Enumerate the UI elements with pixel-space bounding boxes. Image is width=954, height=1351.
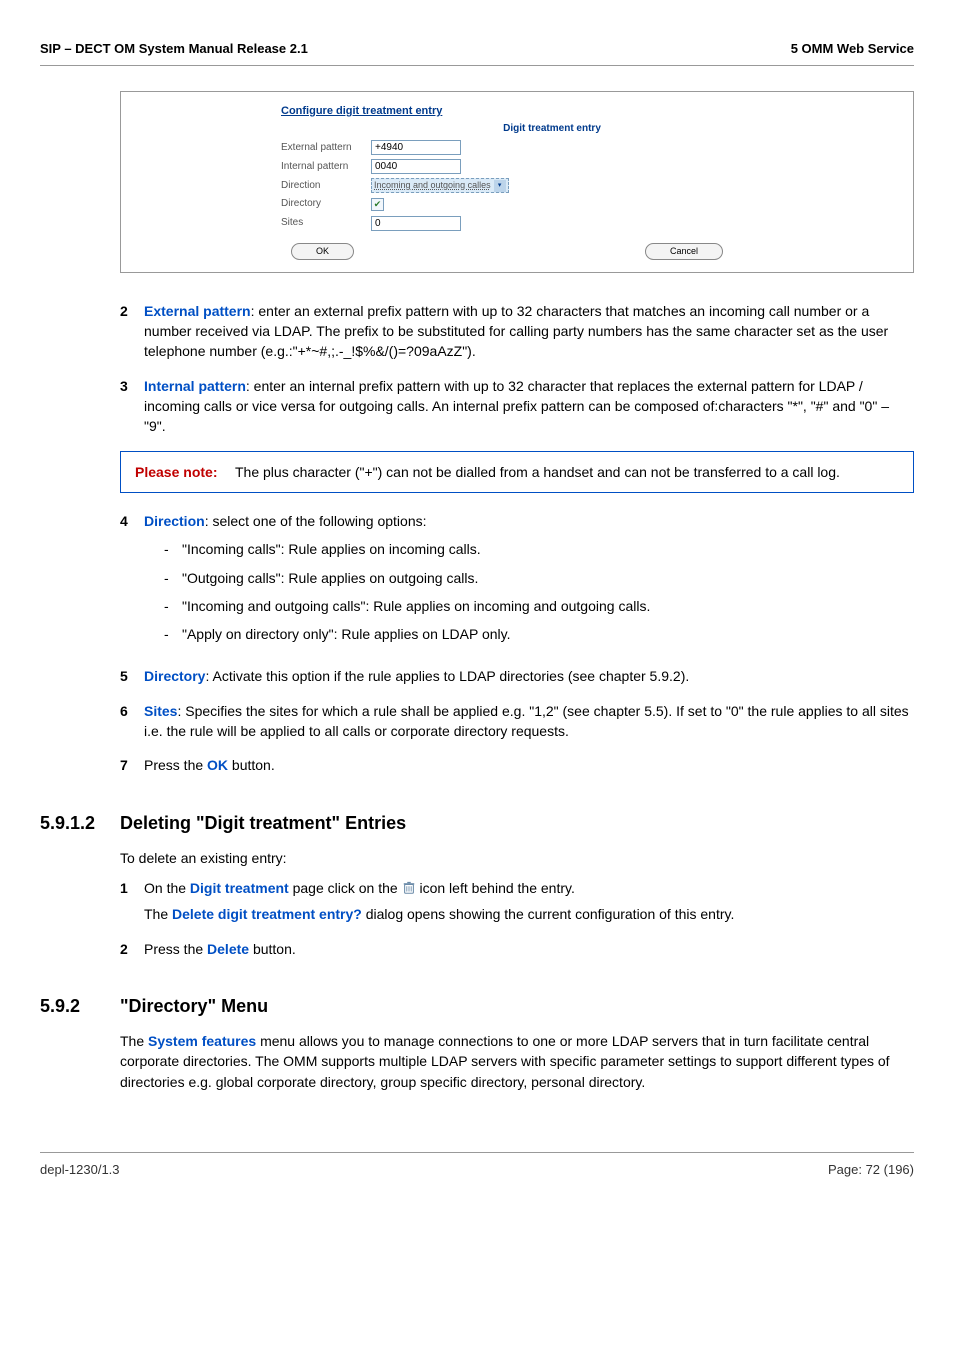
label-direction: Direction (281, 179, 371, 194)
step-term: OK (207, 757, 228, 773)
list-item: -"Incoming calls": Rule applies on incom… (164, 539, 914, 559)
header-right: 5 OMM Web Service (791, 40, 914, 59)
step-number: 5 (120, 666, 144, 686)
footer-left: depl-1230/1.3 (40, 1161, 120, 1180)
select-direction-value: Incoming and outgoing calles (374, 179, 491, 192)
ok-button[interactable]: OK (291, 243, 354, 260)
step-text: : Specifies the sites for which a rule s… (144, 703, 909, 739)
step-text: : enter an external prefix pattern with … (144, 303, 888, 360)
step-term: External pattern (144, 303, 251, 319)
step-1: 1 On the Digit treatment page click on t… (120, 878, 914, 925)
section-number: 5.9.2 (40, 993, 120, 1019)
step-number: 7 (120, 755, 144, 775)
section-title: "Directory" Menu (120, 993, 268, 1019)
step-number: 2 (120, 939, 144, 959)
step-number: 3 (120, 376, 144, 437)
cancel-button[interactable]: Cancel (645, 243, 723, 260)
step-term: Internal pattern (144, 378, 246, 394)
row-external-pattern: External pattern (281, 138, 733, 157)
step-2: 2 Press the Delete button. (120, 939, 914, 959)
dialog-title: Configure digit treatment entry (281, 104, 733, 120)
input-external-pattern[interactable] (371, 140, 461, 155)
step-text: : select one of the following options: (205, 513, 427, 529)
direction-options: -"Incoming calls": Rule applies on incom… (144, 539, 914, 644)
config-dialog-screenshot: Configure digit treatment entry Digit tr… (120, 91, 914, 273)
list-item: -"Outgoing calls": Rule applies on outgo… (164, 568, 914, 588)
step-text: : Activate this option if the rule appli… (205, 668, 689, 684)
input-internal-pattern[interactable] (371, 159, 461, 174)
chevron-down-icon: ▾ (494, 180, 506, 192)
step-2: 2 External pattern: enter an external pr… (120, 301, 914, 362)
step-number: 4 (120, 511, 144, 652)
header-left: SIP – DECT OM System Manual Release 2.1 (40, 40, 308, 59)
row-direction: Direction Incoming and outgoing calles ▾ (281, 176, 733, 195)
step-7: 7 Press the OK button. (120, 755, 914, 775)
label-sites: Sites (281, 216, 371, 231)
dialog-subtitle: Digit treatment entry (371, 122, 733, 137)
page-header: SIP – DECT OM System Manual Release 2.1 … (40, 40, 914, 66)
label-internal-pattern: Internal pattern (281, 160, 371, 175)
note-text: The plus character ("+") can not be dial… (235, 462, 899, 482)
input-sites[interactable] (371, 216, 461, 231)
step-number: 6 (120, 701, 144, 742)
section-heading-directory: 5.9.2 "Directory" Menu (40, 993, 914, 1019)
row-internal-pattern: Internal pattern (281, 157, 733, 176)
steps-list-b: 4 Direction: select one of the following… (120, 511, 914, 776)
step-3: 3 Internal pattern: enter an internal pr… (120, 376, 914, 437)
note-box: Please note: The plus character ("+") ca… (120, 451, 914, 493)
steps-list-a: 2 External pattern: enter an external pr… (120, 301, 914, 437)
section-heading-deleting: 5.9.1.2 Deleting "Digit treatment" Entri… (40, 810, 914, 836)
list-item: -"Apply on directory only": Rule applies… (164, 624, 914, 644)
step-4: 4 Direction: select one of the following… (120, 511, 914, 652)
row-directory: Directory ✔ (281, 195, 733, 214)
row-sites: Sites (281, 214, 733, 233)
step-term: Direction (144, 513, 205, 529)
section-number: 5.9.1.2 (40, 810, 120, 836)
label-directory: Directory (281, 197, 371, 212)
step-6: 6 Sites: Specifies the sites for which a… (120, 701, 914, 742)
intro-text: To delete an existing entry: (120, 848, 914, 868)
page-footer: depl-1230/1.3 Page: 72 (196) (40, 1152, 914, 1180)
section-title: Deleting "Digit treatment" Entries (120, 810, 406, 836)
trash-icon (402, 881, 416, 895)
select-direction[interactable]: Incoming and outgoing calles ▾ (371, 178, 509, 193)
step-number: 1 (120, 878, 144, 925)
checkbox-directory[interactable]: ✔ (371, 198, 384, 211)
step-term: Directory (144, 668, 205, 684)
directory-paragraph: The System features menu allows you to m… (120, 1031, 914, 1092)
step-term: Sites (144, 703, 177, 719)
step-text: : enter an internal prefix pattern with … (144, 378, 889, 435)
delete-steps: 1 On the Digit treatment page click on t… (120, 878, 914, 959)
note-label: Please note: (135, 462, 235, 482)
step-number: 2 (120, 301, 144, 362)
footer-right: Page: 72 (196) (828, 1161, 914, 1180)
step-5: 5 Directory: Activate this option if the… (120, 666, 914, 686)
list-item: -"Incoming and outgoing calls": Rule app… (164, 596, 914, 616)
label-external-pattern: External pattern (281, 141, 371, 156)
